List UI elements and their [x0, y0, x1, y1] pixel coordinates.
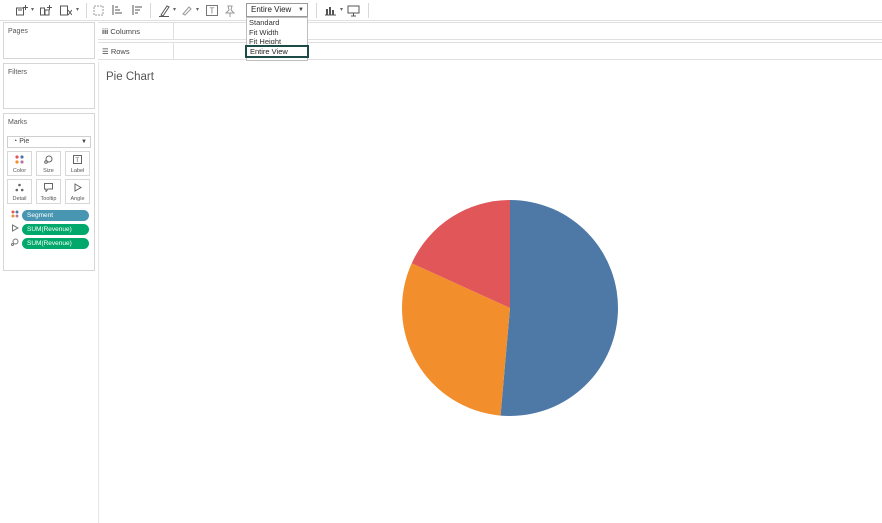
segment-pill[interactable]: Segment — [22, 210, 89, 221]
pie-chart[interactable] — [99, 62, 882, 523]
chevron-down-icon: ▼ — [298, 7, 304, 13]
new-dashboard-icon[interactable] — [40, 4, 52, 17]
presentation-icon[interactable] — [347, 4, 360, 17]
show-me-dropdown-icon[interactable]: ▾ — [340, 4, 343, 17]
view-option-fit-width[interactable]: Fit Width — [249, 28, 279, 37]
mark-type-value: Pie — [19, 138, 30, 145]
size-icon — [37, 155, 60, 167]
pages-panel[interactable]: Pages — [3, 22, 95, 59]
sort-descending-icon[interactable] — [131, 4, 143, 17]
columns-shelf-label: iii Columns — [102, 27, 140, 36]
pie-mark-icon: ◔ — [13, 138, 18, 145]
label-label: Label — [70, 168, 85, 174]
new-worksheet-dropdown-icon[interactable]: ▾ — [31, 4, 34, 17]
segment-pill-label: Segment — [27, 212, 54, 219]
columns-shelf[interactable]: iii Columns — [98, 22, 882, 40]
sort-ascending-icon[interactable] — [111, 4, 123, 17]
label-icon: T — [66, 155, 89, 167]
tooltip-label: Tooltip — [40, 196, 57, 202]
highlight-dropdown-icon[interactable]: ▾ — [173, 4, 176, 17]
pie-slice-0[interactable] — [500, 200, 618, 416]
detail-label: Detail — [12, 196, 27, 202]
view-option-standard[interactable]: Standard — [249, 18, 279, 27]
filters-title: Filters — [8, 69, 28, 76]
size-icon — [11, 238, 19, 250]
show-me-icon[interactable] — [324, 4, 337, 17]
color-dots-icon — [11, 210, 19, 222]
view-option-entire-view[interactable]: Entire View — [245, 45, 309, 58]
detail-button[interactable]: Detail — [7, 179, 32, 204]
angle-label: Angle — [70, 196, 85, 202]
svg-text:T: T — [75, 157, 79, 164]
rows-icon: ☰ — [102, 47, 109, 56]
revenue-size-pill-label: SUM(Revenue) — [27, 240, 72, 247]
size-button[interactable]: Size — [36, 151, 61, 176]
annotate-dropdown-icon[interactable]: ▾ — [196, 4, 199, 17]
angle-icon — [11, 224, 20, 236]
pin-icon[interactable] — [225, 4, 235, 17]
highlight-icon[interactable] — [158, 4, 170, 17]
view-canvas[interactable]: Pie Chart — [98, 62, 882, 523]
view-dropdown-menu: Standard Fit Width Fit Height Entire Vie… — [245, 17, 309, 61]
clear-sheet-icon[interactable] — [60, 4, 72, 17]
rows-shelf-label: ☰ Rows — [102, 47, 130, 56]
pages-title: Pages — [8, 28, 28, 35]
detail-icon — [8, 183, 31, 195]
angle-icon — [66, 183, 89, 195]
toolbar: ▾ ▾ ▾ ▾ T Entire View ▼ ▾ — [0, 0, 882, 21]
columns-icon: iii — [102, 27, 109, 36]
view-select-value: Entire View — [251, 5, 292, 14]
new-worksheet-icon[interactable] — [16, 4, 28, 17]
clear-sheet-dropdown-icon[interactable]: ▾ — [76, 4, 79, 17]
svg-text:T: T — [210, 7, 215, 16]
filters-panel[interactable]: Filters — [3, 63, 95, 109]
chevron-down-icon: ▼ — [81, 139, 87, 145]
color-icon — [8, 155, 31, 167]
rows-shelf[interactable]: ☰ Rows — [98, 42, 882, 60]
marks-title: Marks — [8, 119, 28, 126]
annotate-icon[interactable] — [181, 4, 192, 17]
label-icon[interactable]: T — [206, 4, 218, 17]
marks-panel: Marks ◔ Pie ▼ Color Size T Label Detail … — [3, 113, 95, 271]
revenue-size-pill[interactable]: SUM(Revenue) — [22, 238, 89, 249]
tooltip-button[interactable]: Tooltip — [36, 179, 61, 204]
mark-type-select[interactable]: ◔ Pie ▼ — [7, 136, 91, 148]
revenue-angle-pill-label: SUM(Revenue) — [27, 226, 72, 233]
label-button[interactable]: T Label — [65, 151, 90, 176]
view-select[interactable]: Entire View ▼ — [246, 3, 308, 17]
group-icon[interactable] — [93, 4, 104, 17]
angle-button[interactable]: Angle — [65, 179, 90, 204]
color-label: Color — [12, 168, 27, 174]
view-option-fit-height[interactable]: Fit Height — [249, 37, 281, 44]
size-label: Size — [43, 168, 54, 174]
tooltip-icon — [37, 183, 60, 195]
revenue-angle-pill[interactable]: SUM(Revenue) — [22, 224, 89, 235]
color-button[interactable]: Color — [7, 151, 32, 176]
